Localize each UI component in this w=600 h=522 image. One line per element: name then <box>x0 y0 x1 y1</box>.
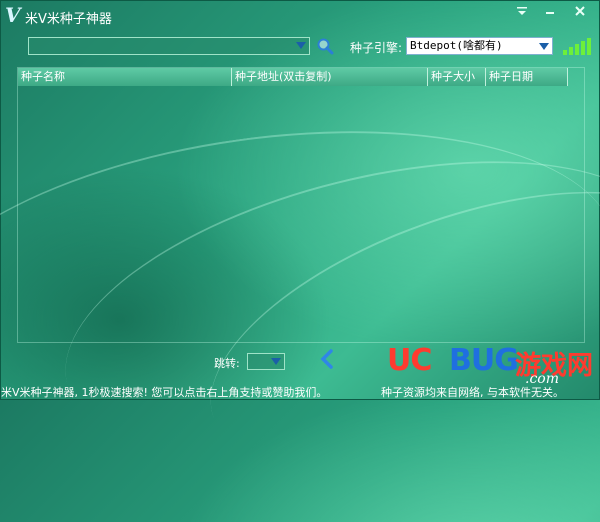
menu-button[interactable] <box>509 2 535 20</box>
app-window: V 米V米种子神器 种子引擎: Btdepot(啥都有) 种子名称 种子地址(双… <box>0 0 600 522</box>
status-bar: 米V米种子神器, 1秒极速搜索! 您可以点击右上角支持或赞助我们。 种子资源均来… <box>1 382 600 400</box>
search-icon <box>317 38 334 55</box>
engine-select[interactable]: Btdepot(啥都有) <box>406 37 553 55</box>
jump-label: 跳转: <box>214 357 240 370</box>
minimize-icon <box>546 12 554 14</box>
background-swoosh <box>175 135 600 522</box>
search-button[interactable] <box>316 37 334 55</box>
prev-page-button[interactable] <box>319 349 335 373</box>
torrent-list[interactable]: 种子名称 种子地址(双击复制) 种子大小 种子日期 <box>0 67 600 522</box>
watermark-uc: UC <box>387 343 432 378</box>
column-header-name[interactable]: 种子名称 <box>18 68 232 86</box>
status-left-text[interactable]: 米V米种子神器, 1秒极速搜索! 您可以点击右上角支持或赞助我们。 <box>1 384 327 400</box>
status-right-text: 种子资源均来自网络, 与本软件无关。 <box>381 386 564 399</box>
background-swoosh <box>35 106 600 512</box>
background-swoosh <box>0 89 600 489</box>
watermark-bug: BUG <box>449 343 519 378</box>
list-header: 种子名称 种子地址(双击复制) 种子大小 种子日期 <box>18 68 568 86</box>
jump-dropdown-icon[interactable] <box>271 358 281 365</box>
signal-bars-icon <box>563 37 591 55</box>
app-logo: V <box>5 3 21 27</box>
chevron-left-icon <box>320 349 333 369</box>
search-dropdown-icon[interactable] <box>296 42 306 49</box>
menu-icon <box>517 7 527 15</box>
column-header-address[interactable]: 种子地址(双击复制) <box>232 68 428 86</box>
engine-dropdown-icon[interactable] <box>539 43 549 50</box>
engine-label: 种子引擎: <box>350 41 403 55</box>
title-bar[interactable]: V 米V米种子神器 <box>1 1 600 31</box>
watermark-logo: UC BUG 游戏网 .com <box>387 343 599 387</box>
column-header-date[interactable]: 种子日期 <box>486 68 568 86</box>
engine-selected-value: Btdepot(啥都有) <box>410 39 503 52</box>
app-title: 米V米种子神器 <box>25 12 112 27</box>
close-button[interactable] <box>567 2 593 20</box>
minimize-button[interactable] <box>537 2 563 20</box>
column-header-size[interactable]: 种子大小 <box>428 68 486 86</box>
close-icon <box>575 6 585 16</box>
jump-select[interactable] <box>247 353 285 370</box>
search-combobox[interactable] <box>28 37 310 55</box>
search-input[interactable] <box>31 38 292 54</box>
